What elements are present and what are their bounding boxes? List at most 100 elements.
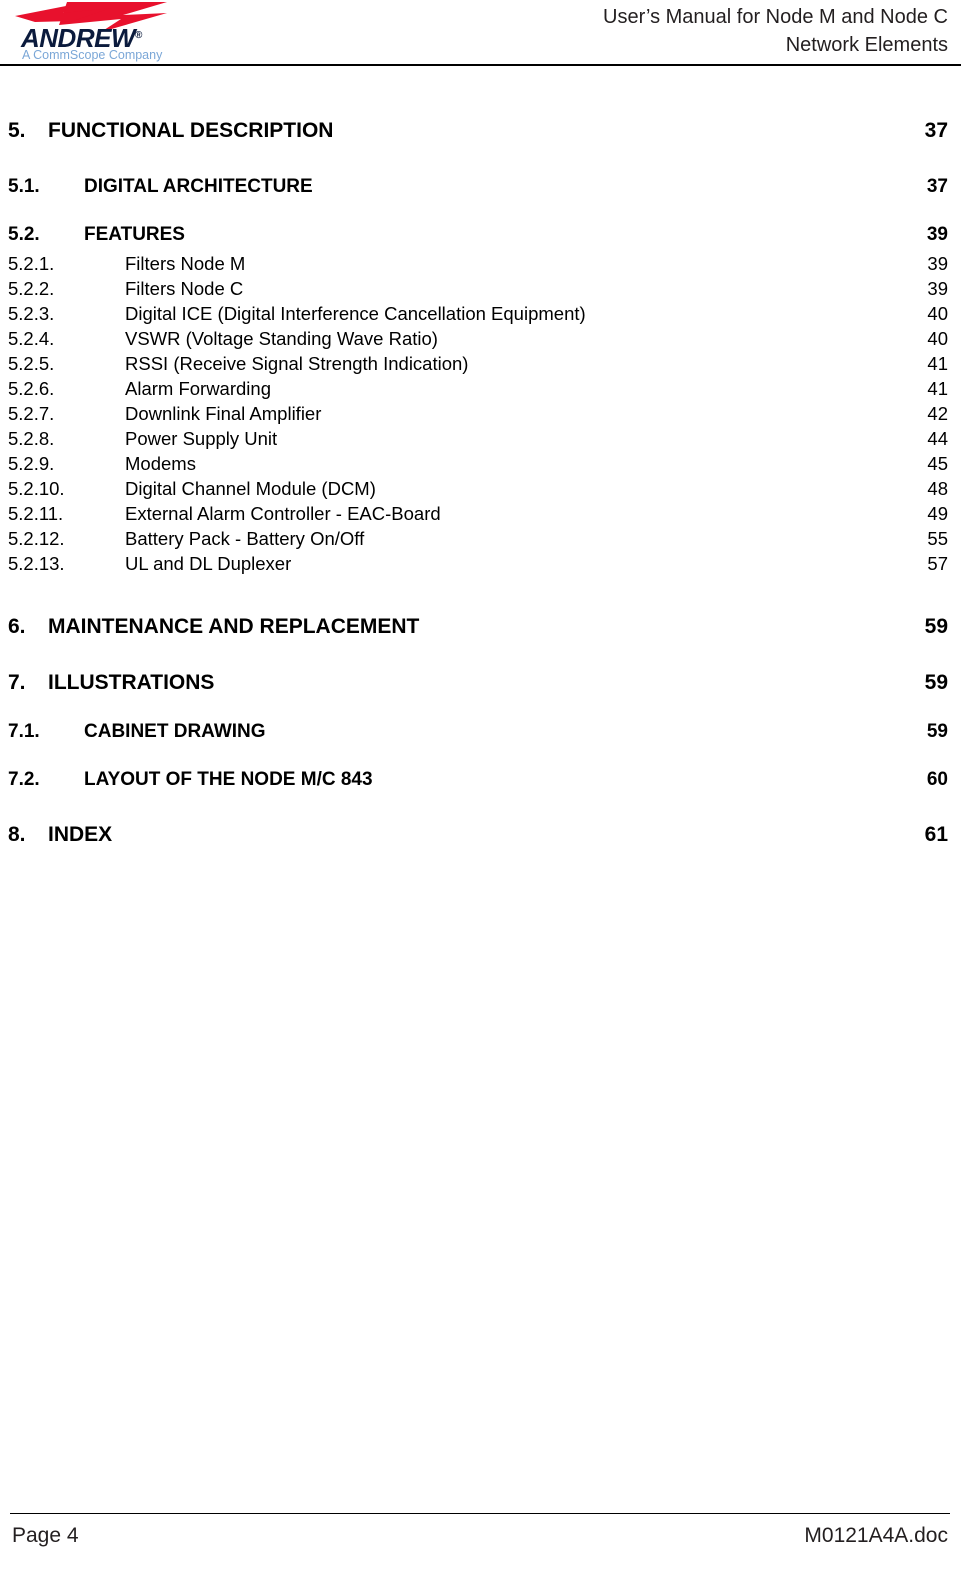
toc-entry-label: Downlink Final Amplifier bbox=[125, 403, 322, 424]
toc-entry[interactable]: 5.2.1. Filters Node M 39 bbox=[0, 251, 961, 276]
toc-entry-label: FEATURES bbox=[84, 224, 185, 245]
toc-entry-page: 39 bbox=[927, 253, 948, 274]
toc-entry[interactable]: 7.2. LAYOUT OF THE NODE M/C 843 60 bbox=[0, 767, 961, 796]
toc-entry-label: MAINTENANCE AND REPLACEMENT bbox=[48, 615, 420, 638]
toc-spacer bbox=[0, 576, 961, 602]
toc-entry-label: Modems bbox=[125, 453, 196, 474]
toc-spacer bbox=[0, 602, 961, 614]
toc-entry[interactable]: 5.2.6. Alarm Forwarding 41 bbox=[0, 376, 961, 401]
toc-entry-page: 41 bbox=[927, 353, 948, 374]
toc-entry-number: 5. bbox=[8, 119, 26, 142]
toc-entry[interactable]: 5.2.13. UL and DL Duplexer 57 bbox=[0, 551, 961, 576]
page-footer: Page 4 M0121A4A.doc bbox=[0, 1513, 961, 1575]
header-divider bbox=[0, 64, 961, 66]
toc-entry-label: RSSI (Receive Signal Strength Indication… bbox=[125, 353, 469, 374]
commscope-tagline: A CommScope Company bbox=[22, 48, 163, 62]
toc-entry-page: 39 bbox=[926, 224, 948, 245]
toc-entry-page: 59 bbox=[924, 615, 948, 638]
toc-entry-page: 59 bbox=[926, 721, 948, 742]
header-title-line-2: Network Elements bbox=[785, 34, 948, 56]
andrew-wordmark: ANDREW® bbox=[21, 25, 173, 51]
toc-entry[interactable]: 5.2.10. Digital Channel Module (DCM) 48 bbox=[0, 476, 961, 501]
toc-entry-label: FUNCTIONAL DESCRIPTION bbox=[48, 119, 334, 142]
toc-entry-number: 8. bbox=[8, 823, 26, 846]
toc-entry-label: Digital Channel Module (DCM) bbox=[125, 478, 376, 499]
toc-entry-label: INDEX bbox=[48, 823, 113, 846]
document-header-title: User’s Manual for Node M and Node C Netw… bbox=[388, 3, 948, 59]
toc-entry-label: VSWR (Voltage Standing Wave Ratio) bbox=[125, 328, 438, 349]
toc-entry[interactable]: 5.1. DIGITAL ARCHITECTURE 37 bbox=[0, 174, 961, 203]
toc-spacer bbox=[0, 644, 961, 670]
toc-spacer bbox=[0, 748, 961, 767]
toc-entry-page: 40 bbox=[927, 328, 948, 349]
page-header: ANDREW® A CommScope Company User’s Manua… bbox=[0, 0, 961, 66]
toc-entry-number: 5.2.12. bbox=[8, 528, 65, 549]
document-filename: M0121A4A.doc bbox=[804, 1524, 948, 1547]
toc-entry-number: 5.2.2. bbox=[8, 278, 55, 299]
toc-entry-number: 5.1. bbox=[8, 176, 40, 197]
toc-entry-label: Filters Node C bbox=[125, 278, 244, 299]
toc-entry-page: 41 bbox=[927, 378, 948, 399]
toc-entry[interactable]: 5.2. FEATURES 39 bbox=[0, 222, 961, 251]
toc-entry-number: 5.2.1. bbox=[8, 253, 55, 274]
toc-entry[interactable]: 5.2.11. External Alarm Controller - EAC-… bbox=[0, 501, 961, 526]
toc-entry-number: 6. bbox=[8, 615, 26, 638]
toc-spacer bbox=[0, 796, 961, 822]
toc-entry-label: DIGITAL ARCHITECTURE bbox=[84, 176, 313, 197]
toc-entry-number: 5.2.6. bbox=[8, 378, 55, 399]
toc-entry[interactable]: 5.2.9. Modems 45 bbox=[0, 451, 961, 476]
toc-entry[interactable]: 5. FUNCTIONAL DESCRIPTION 37 bbox=[0, 118, 961, 148]
toc-spacer bbox=[0, 148, 961, 174]
footer-divider bbox=[10, 1513, 950, 1514]
toc-entry-label: LAYOUT OF THE NODE M/C 843 bbox=[84, 769, 373, 790]
toc-spacer bbox=[0, 203, 961, 222]
registered-trademark-icon: ® bbox=[135, 30, 143, 41]
toc-entry-page: 42 bbox=[927, 403, 948, 424]
toc-entry-page: 55 bbox=[927, 528, 948, 549]
toc-entry-number: 5.2.11. bbox=[8, 503, 64, 524]
toc-entry-number: 7.2. bbox=[8, 769, 40, 790]
toc-entry-page: 45 bbox=[927, 453, 948, 474]
toc-entry-page: 49 bbox=[927, 503, 948, 524]
toc-entry-label: ILLUSTRATIONS bbox=[48, 671, 215, 694]
toc-entry[interactable]: 5.2.7. Downlink Final Amplifier 42 bbox=[0, 401, 961, 426]
toc-entry-label: Power Supply Unit bbox=[125, 428, 278, 449]
toc-entry-page: 39 bbox=[927, 278, 948, 299]
toc-entry-page: 57 bbox=[927, 553, 948, 574]
toc-entry-label: Digital ICE (Digital Interference Cancel… bbox=[125, 303, 586, 324]
toc-entry-number: 5.2.3. bbox=[8, 303, 55, 324]
toc-entry[interactable]: 5.2.4. VSWR (Voltage Standing Wave Ratio… bbox=[0, 326, 961, 351]
toc-entry-page: 48 bbox=[927, 478, 948, 499]
toc-entry[interactable]: 5.2.12. Battery Pack - Battery On/Off 55 bbox=[0, 526, 961, 551]
toc-entry[interactable]: 8. INDEX 61 bbox=[0, 822, 961, 852]
toc-entry[interactable]: 5.2.2. Filters Node C 39 bbox=[0, 276, 961, 301]
toc-entry-page: 44 bbox=[927, 428, 948, 449]
toc-entry-number: 5.2.7. bbox=[8, 403, 55, 424]
toc-entry-number: 5.2.5. bbox=[8, 353, 55, 374]
table-of-contents: 5. FUNCTIONAL DESCRIPTION 37 5.1. DIGITA… bbox=[0, 118, 961, 852]
toc-entry-number: 7.1. bbox=[8, 721, 40, 742]
toc-entry-number: 5.2.9. bbox=[8, 453, 55, 474]
toc-entry[interactable]: 5.2.8. Power Supply Unit 44 bbox=[0, 426, 961, 451]
toc-entry-page: 40 bbox=[927, 303, 948, 324]
toc-entry-page: 59 bbox=[924, 671, 948, 694]
toc-entry-number: 5.2.4. bbox=[8, 328, 55, 349]
toc-entry-label: External Alarm Controller - EAC-Board bbox=[125, 503, 441, 524]
toc-entry-label: Alarm Forwarding bbox=[125, 378, 271, 399]
toc-entry[interactable]: 7.1. CABINET DRAWING 59 bbox=[0, 719, 961, 748]
toc-entry-page: 37 bbox=[924, 119, 948, 142]
page-number-label: Page 4 bbox=[12, 1524, 79, 1547]
toc-entry[interactable]: 7. ILLUSTRATIONS 59 bbox=[0, 670, 961, 700]
toc-entry-label: Battery Pack - Battery On/Off bbox=[125, 528, 365, 549]
toc-entry[interactable]: 5.2.3. Digital ICE (Digital Interference… bbox=[0, 301, 961, 326]
toc-entry[interactable]: 6. MAINTENANCE AND REPLACEMENT 59 bbox=[0, 614, 961, 644]
toc-entry-page: 60 bbox=[926, 769, 948, 790]
andrew-logo: ANDREW® A CommScope Company bbox=[13, 2, 173, 62]
toc-entry-number: 7. bbox=[8, 671, 26, 694]
toc-entry-label: Filters Node M bbox=[125, 253, 246, 274]
toc-entry-number: 5.2.8. bbox=[8, 428, 55, 449]
toc-entry-number: 5.2.10. bbox=[8, 478, 65, 499]
toc-entry[interactable]: 5.2.5. RSSI (Receive Signal Strength Ind… bbox=[0, 351, 961, 376]
toc-entry-label: UL and DL Duplexer bbox=[125, 553, 292, 574]
toc-entry-label: CABINET DRAWING bbox=[84, 721, 266, 742]
